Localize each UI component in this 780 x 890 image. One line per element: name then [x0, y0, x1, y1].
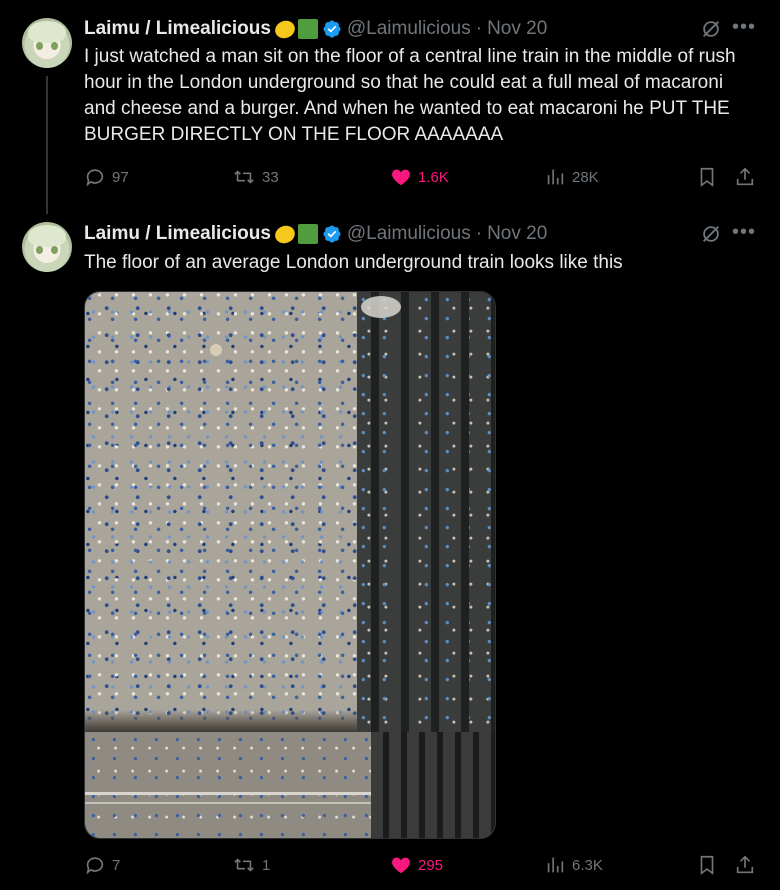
floor-terrazzo-left	[85, 292, 357, 732]
reply-count: 7	[112, 856, 121, 874]
tweet-date[interactable]: Nov 20	[487, 18, 547, 40]
avatar[interactable]	[22, 18, 72, 68]
tweet-text: The floor of an average London undergrou…	[84, 252, 623, 273]
share-button[interactable]	[734, 854, 756, 876]
views-button[interactable]: 28K	[544, 166, 599, 188]
repost-button[interactable]: 1	[232, 854, 270, 876]
views-button[interactable]: 6.3K	[544, 854, 603, 876]
verified-badge-icon	[323, 20, 341, 38]
views-icon	[547, 169, 564, 185]
crumb	[210, 344, 222, 356]
floor-grooved-right	[357, 292, 495, 732]
reply-icon	[86, 169, 104, 187]
share-icon	[736, 855, 754, 874]
like-button[interactable]: 1.6K	[390, 166, 449, 188]
debris	[361, 296, 401, 318]
like-count: 1.6K	[418, 168, 449, 186]
action-bar: 7 1 295 6.3K	[84, 854, 764, 878]
heart-icon	[392, 169, 410, 186]
tweet-photo[interactable]	[84, 291, 496, 839]
grok-icon[interactable]	[700, 223, 722, 245]
avatar[interactable]	[22, 222, 72, 272]
lemon-emoji-icon	[272, 17, 298, 41]
action-bar: 97 33 1.6K 28K	[84, 166, 764, 190]
like-count: 295	[418, 856, 444, 874]
author-handle[interactable]: @Laimulicious	[347, 18, 471, 40]
reply-button[interactable]: 7	[84, 854, 120, 876]
repost-icon	[234, 170, 254, 184]
views-count: 6.3K	[572, 856, 603, 874]
repost-icon	[234, 858, 254, 872]
bookmark-icon	[700, 855, 714, 875]
repost-count: 33	[262, 168, 279, 186]
grok-icon[interactable]	[700, 18, 722, 40]
bookmark-icon	[700, 167, 714, 187]
more-icon[interactable]: •••	[732, 221, 756, 244]
tweet-date[interactable]: Nov 20	[487, 223, 547, 245]
bookmark-button[interactable]	[696, 166, 718, 188]
share-icon	[736, 167, 754, 186]
author-name[interactable]: Laimu / Limealicious	[84, 223, 271, 245]
views-icon	[547, 857, 564, 873]
share-button[interactable]	[734, 166, 756, 188]
more-icon[interactable]: •••	[732, 16, 756, 39]
floor-bottom-grooves	[371, 732, 495, 838]
repost-button[interactable]: 33	[232, 166, 279, 188]
green-square-emoji-icon	[297, 224, 318, 244]
author-handle[interactable]: @Laimulicious	[347, 223, 471, 245]
reply-button[interactable]: 97	[84, 166, 129, 188]
bookmark-button[interactable]	[696, 854, 718, 876]
thread-connector	[46, 76, 48, 214]
author-name[interactable]: Laimu / Limealicious	[84, 18, 271, 40]
repost-count: 1	[262, 856, 271, 874]
like-button[interactable]: 295	[390, 854, 443, 876]
reply-icon	[86, 857, 104, 875]
views-count: 28K	[572, 168, 599, 186]
tweet-header: Laimu / Limealicious @Laimulicious · Nov…	[84, 17, 547, 41]
separator-dot: ·	[475, 18, 483, 39]
tweet-header: Laimu / Limealicious @Laimulicious · Nov…	[84, 222, 547, 246]
verified-badge-icon	[323, 225, 341, 243]
separator-dot: ·	[475, 223, 483, 244]
heart-icon	[392, 857, 410, 874]
reply-count: 97	[112, 168, 129, 186]
tweet-text: I just watched a man sit on the floor of…	[84, 46, 736, 145]
green-square-emoji-icon	[297, 19, 318, 39]
lemon-emoji-icon	[272, 222, 298, 246]
